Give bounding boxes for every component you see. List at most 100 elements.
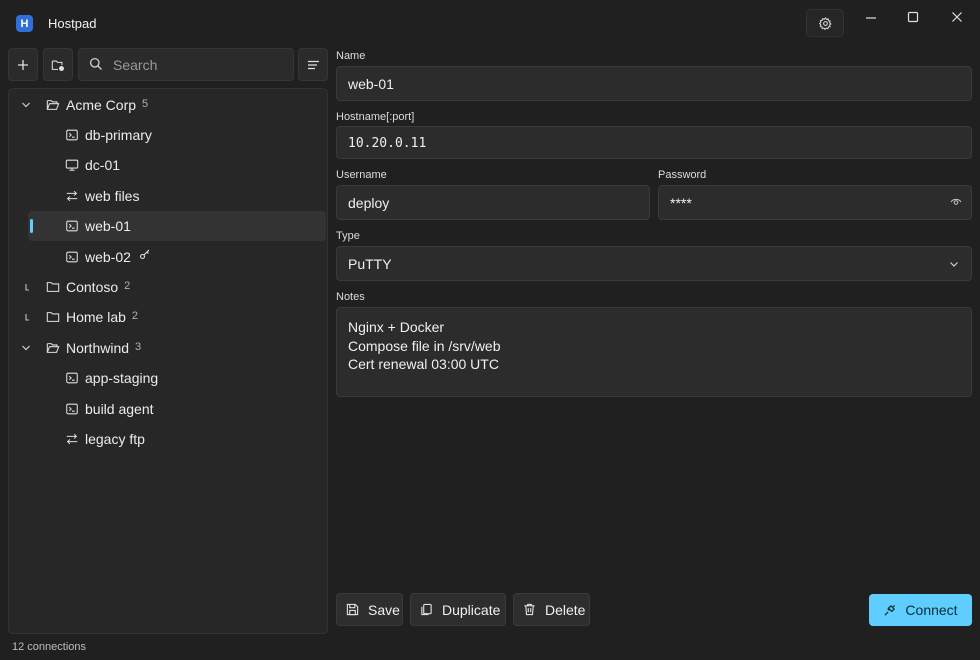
sort-menu-button[interactable] <box>298 48 328 81</box>
close-button[interactable] <box>942 7 972 27</box>
username-field[interactable]: deploy <box>336 185 650 220</box>
tree-item-label: legacy ftp <box>85 431 145 447</box>
password-value: **** <box>670 195 692 211</box>
username-label: Username <box>336 169 387 181</box>
terminal-icon <box>66 251 78 263</box>
maximize-button[interactable] <box>898 7 928 27</box>
connection-tree: Acme Corp 5 db-primary dc-01 web files we… <box>8 88 328 634</box>
tree-item-web-files[interactable]: web files <box>9 181 327 211</box>
search-icon <box>89 57 102 70</box>
group-name: Contoso <box>66 279 119 295</box>
minimize-icon <box>866 17 876 19</box>
tree-item-dc-01[interactable]: dc-01 <box>9 150 327 180</box>
chevron-right-icon[interactable] <box>21 282 31 292</box>
group-row-acme-corp[interactable]: Acme Corp 5 <box>9 90 327 120</box>
trash-icon <box>524 603 535 616</box>
username-value: deploy <box>348 195 390 211</box>
transfer-icon <box>66 190 78 202</box>
minimize-button[interactable] <box>856 7 886 27</box>
selection-indicator <box>30 219 33 233</box>
connect-button[interactable]: Connect <box>869 594 972 626</box>
folder-open-icon <box>46 100 60 110</box>
terminal-icon <box>66 220 78 232</box>
tree-item-label: web files <box>85 188 140 204</box>
group-name: Home lab <box>66 309 126 325</box>
connect-label: Connect <box>905 602 958 618</box>
folder-icon <box>46 282 60 292</box>
app-title: Hostpad <box>48 16 97 31</box>
delete-label: Delete <box>545 601 586 618</box>
transfer-icon <box>66 433 78 445</box>
notes-textarea[interactable]: Nginx + Docker Compose file in /srv/web … <box>336 307 972 397</box>
terminal-icon <box>66 372 78 384</box>
notes-label: Notes <box>336 291 365 303</box>
group-row-contoso[interactable]: Contoso 2 <box>9 272 327 302</box>
chevron-down-icon[interactable] <box>21 100 31 110</box>
duplicate-label: Duplicate <box>442 601 501 618</box>
group-row-northwind[interactable]: Northwind 3 <box>9 333 327 363</box>
chevron-down-icon <box>950 262 958 267</box>
type-label: Type <box>336 230 360 242</box>
key-icon <box>139 249 150 260</box>
tree-item-legacy-ftp[interactable]: legacy ftp <box>9 424 327 454</box>
list-icon <box>307 60 319 69</box>
plug-icon <box>884 604 896 616</box>
type-value: PuTTY <box>348 256 392 272</box>
name-value: web-01 <box>348 76 394 92</box>
group-name: Northwind <box>66 340 130 356</box>
folder-open-icon <box>46 343 60 353</box>
type-dropdown[interactable]: PuTTY <box>336 246 972 281</box>
password-label: Password <box>658 169 707 181</box>
add-connection-button[interactable] <box>8 48 38 81</box>
status-bar: 12 connections <box>0 636 980 660</box>
search-input[interactable] <box>113 49 289 80</box>
name-label: Name <box>336 50 366 62</box>
group-count: 2 <box>131 310 139 322</box>
monitor-icon <box>65 159 79 171</box>
eye-icon[interactable] <box>950 197 962 207</box>
settings-button[interactable] <box>806 9 844 37</box>
save-icon <box>346 603 359 616</box>
search-box[interactable] <box>78 48 294 81</box>
tree-item-label: app-staging <box>85 370 159 386</box>
copy-icon <box>421 603 432 616</box>
hostname-value: 10.20.0.11 <box>348 136 427 151</box>
chevron-right-icon[interactable] <box>21 312 31 322</box>
maximize-icon <box>907 11 919 23</box>
folder-add-icon <box>51 60 64 71</box>
tree-item-db-primary[interactable]: db-primary <box>9 120 327 150</box>
tree-item-label: web-01 <box>85 218 131 234</box>
notes-value: Nginx + Docker Compose file in /srv/web … <box>348 319 501 372</box>
hostname-field[interactable]: 10.20.0.11 <box>336 126 972 159</box>
tree-item-app-staging[interactable]: app-staging <box>9 363 327 393</box>
password-field[interactable]: **** <box>658 185 972 220</box>
tree-item-label: dc-01 <box>85 157 121 173</box>
title-bar: H Hostpad <box>0 0 980 46</box>
gear-icon <box>818 16 832 30</box>
save-button[interactable]: Save <box>336 593 403 626</box>
duplicate-button[interactable]: Duplicate <box>410 593 506 626</box>
tree-item-web-02[interactable]: web-02 <box>9 242 327 272</box>
tree-item-label: db-primary <box>85 127 152 143</box>
tree-item-web-01[interactable]: web-01 <box>28 211 326 241</box>
connection-count: 12 connections <box>12 641 86 653</box>
tree-item-build-agent[interactable]: build agent <box>9 394 327 424</box>
group-count: 3 <box>135 341 142 353</box>
add-folder-button[interactable] <box>43 48 73 81</box>
tree-item-label: build agent <box>85 401 154 417</box>
delete-button[interactable]: Delete <box>513 593 590 626</box>
group-name: Acme Corp <box>66 97 137 113</box>
group-row-home-lab[interactable]: Home lab 2 <box>9 302 327 332</box>
chevron-down-icon[interactable] <box>21 343 31 353</box>
group-count: 2 <box>124 280 131 292</box>
name-field[interactable]: web-01 <box>336 66 972 101</box>
save-label: Save <box>368 601 400 618</box>
close-icon <box>952 12 962 22</box>
tree-item-label: web-02 <box>85 249 131 265</box>
plus-icon <box>18 59 28 70</box>
app-logo: H <box>16 15 33 32</box>
folder-icon <box>46 312 60 322</box>
hostname-label: Hostname[:port] <box>336 111 415 123</box>
group-count: 5 <box>142 98 149 110</box>
terminal-icon <box>66 129 78 141</box>
